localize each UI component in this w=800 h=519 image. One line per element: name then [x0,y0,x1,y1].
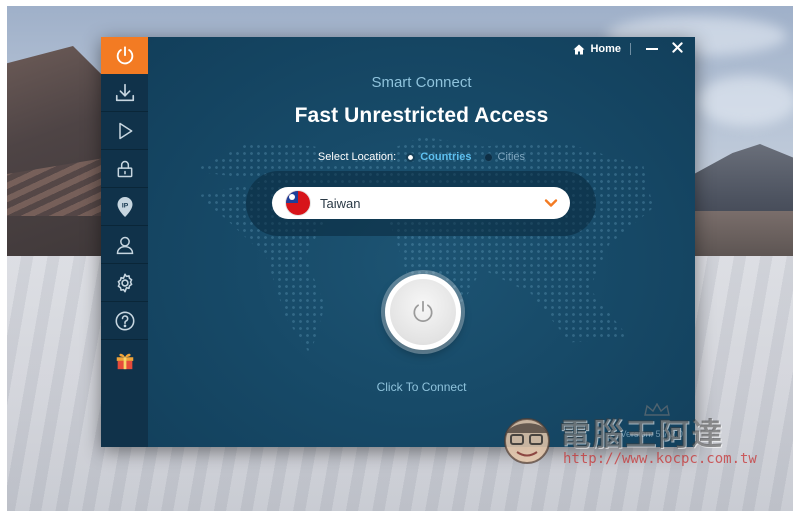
cloud [697,76,793,126]
home-link[interactable]: Home [573,41,621,57]
chevron-down-icon [544,199,558,207]
close-icon [671,42,683,53]
connect-button[interactable] [385,274,461,350]
sidebar-item-help[interactable] [101,303,148,340]
radio-cities[interactable]: Cities [483,151,526,163]
sidebar-item-account[interactable] [101,227,148,264]
sidebar-item-lock[interactable] [101,151,148,188]
sidebar-item-gift[interactable] [101,341,148,378]
select-location-label: Select Location: [317,151,397,163]
page-title: Fast Unrestricted Access [294,104,549,127]
location-dropdown[interactable]: Taiwan [272,187,570,219]
radio-dot [483,152,493,162]
gift-icon [116,353,133,369]
smart-connect-title: Smart Connect [371,74,472,91]
taiwan-flag-icon [286,191,310,215]
radio-dot [406,152,416,162]
main-panel: Home Smart Connect Fast Unrestricted Acc… [148,37,695,447]
power-icon [116,45,133,64]
power-icon [413,300,433,322]
sidebar: IP [101,37,148,447]
mascot-face-icon [504,418,550,464]
help-icon [115,311,134,331]
connect-button-face [390,279,456,345]
watermark-title: 電腦王阿達 [559,417,724,453]
location-mode-row: Select Location: Countries Cities [148,151,695,163]
minimize-icon [646,48,658,50]
gear-icon [117,273,132,293]
sidebar-item-settings[interactable] [101,265,148,302]
sidebar-item-ip[interactable]: IP [101,189,148,226]
user-icon [116,236,133,255]
lock-icon [117,160,132,178]
location-dropdown-value: Taiwan [320,195,361,211]
close-button[interactable] [669,41,685,57]
sidebar-item-power[interactable] [101,37,148,74]
vpn-app-window: IP Home Smart Connect Fast Unrestricted … [101,37,695,447]
radio-countries[interactable]: Countries [406,151,472,163]
sidebar-item-download[interactable] [101,75,148,112]
topbar-divider [630,43,631,55]
home-icon [573,44,585,54]
play-icon [118,122,132,140]
watermark-url: http://www.kocpc.com.tw [563,451,757,467]
click-to-connect-label[interactable]: Click To Connect [148,380,695,394]
svg-text:IP: IP [121,202,128,209]
minimize-button[interactable] [645,43,659,55]
watermark: 電腦王阿達 http://www.kocpc.com.tw [499,403,769,475]
home-label: Home [590,43,621,55]
sidebar-item-play[interactable] [101,113,148,150]
radio-cities-label: Cities [497,151,526,163]
download-icon [115,83,134,102]
radio-countries-label: Countries [420,151,472,163]
ridge-right [683,211,793,256]
ip-pin-icon: IP [117,197,132,217]
